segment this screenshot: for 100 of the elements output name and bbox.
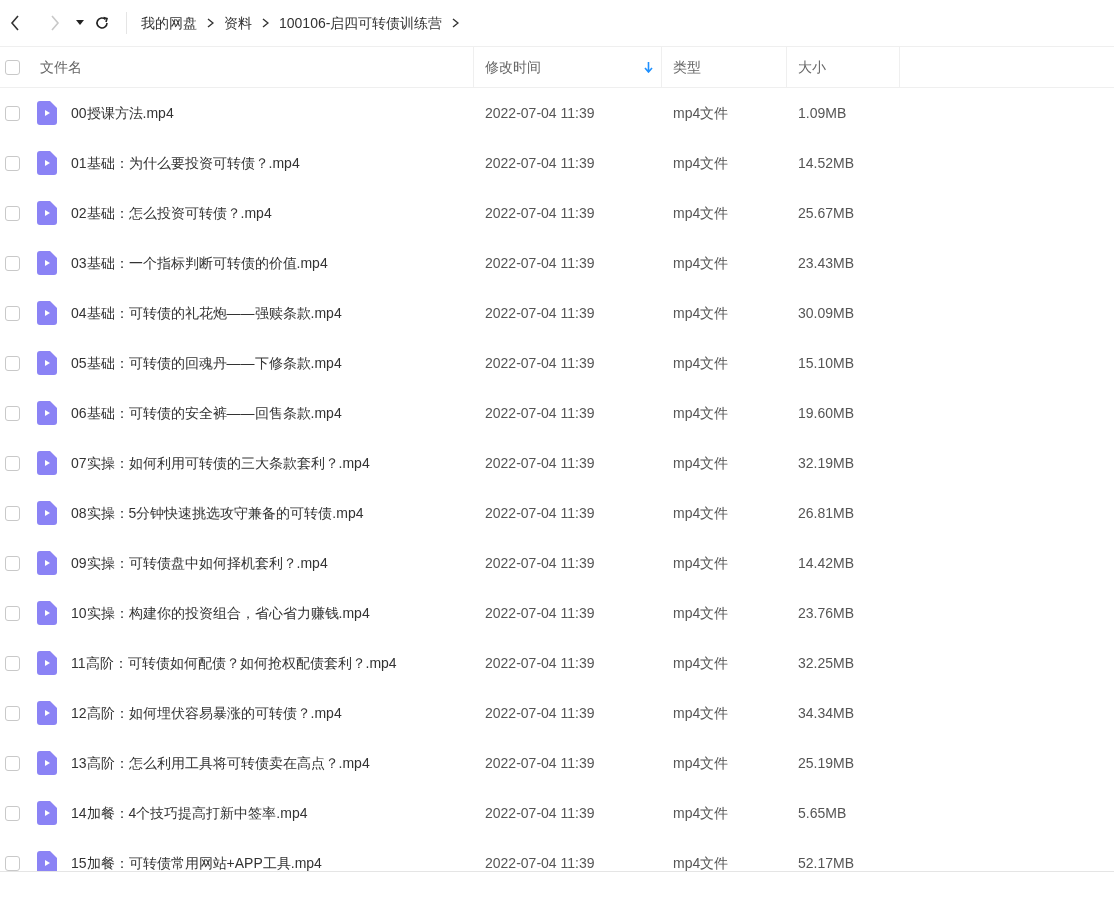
checkbox[interactable] (5, 155, 20, 171)
modified-time: 2022-07-04 11:39 (484, 203, 596, 223)
file-row[interactable]: 10实操：构建你的投资组合，省心省力赚钱.mp4 2022-07-04 11:39 mp4文件 23.76MB (0, 588, 1114, 638)
modified-time: 2022-07-04 11:39 (484, 353, 596, 373)
file-type: mp4文件 (672, 653, 730, 673)
file-name: 03基础：一个指标判断可转债的价值.mp4 (71, 253, 328, 273)
modified-time: 2022-07-04 11:39 (484, 703, 596, 723)
file-size: 32.25MB (797, 653, 856, 673)
file-row[interactable]: 00授课方法.mp4 2022-07-04 11:39 mp4文件 1.09MB (0, 88, 1114, 138)
file-type: mp4文件 (672, 203, 730, 223)
file-type: mp4文件 (672, 803, 730, 823)
video-file-icon (37, 601, 57, 625)
modified-time: 2022-07-04 11:39 (484, 803, 596, 823)
file-row[interactable]: 11高阶：可转债如何配债？如何抢权配债套利？.mp4 2022-07-04 11:39 mp4文件 32.25MB (0, 638, 1114, 688)
modified-time: 2022-07-04 11:39 (484, 153, 596, 173)
checkbox[interactable] (5, 505, 20, 521)
modified-time: 2022-07-04 11:39 (484, 253, 596, 273)
checkbox[interactable] (5, 555, 20, 571)
file-size: 25.19MB (797, 753, 856, 773)
file-type: mp4文件 (672, 453, 730, 473)
breadcrumb-link[interactable]: 我的网盘 (141, 12, 197, 34)
file-type: mp4文件 (672, 353, 730, 373)
sort-down-icon (644, 61, 653, 73)
video-file-icon (37, 801, 57, 825)
file-row[interactable]: 05基础：可转债的回魂丹——下修条款.mp4 2022-07-04 11:39 mp4文件 15.10MB (0, 338, 1114, 388)
chevron-right-icon (452, 18, 460, 28)
file-row[interactable]: 02基础：怎么投资可转债？.mp4 2022-07-04 11:39 mp4文件 25.67MB (0, 188, 1114, 238)
modified-time: 2022-07-04 11:39 (484, 403, 596, 423)
chevron-right-icon (207, 18, 214, 28)
file-row[interactable]: 13高阶：怎么利用工具将可转债卖在高点？.mp4 2022-07-04 11:39 mp4文件 25.19MB (0, 738, 1114, 788)
file-size: 1.09MB (797, 103, 848, 123)
chevron-left-icon[interactable] (10, 15, 20, 31)
file-size: 52.17MB (797, 853, 856, 871)
file-size: 14.52MB (797, 153, 856, 173)
checkbox[interactable] (5, 105, 20, 121)
file-name: 15加餐：可转债常用网站+APP工具.mp4 (71, 853, 322, 871)
column-header[interactable]: 修改时间 (474, 47, 662, 87)
file-size: 14.42MB (797, 553, 856, 573)
file-row[interactable]: 15加餐：可转债常用网站+APP工具.mp4 2022-07-04 11:39 mp4文件 52.17MB (0, 838, 1114, 871)
file-name: 10实操：构建你的投资组合，省心省力赚钱.mp4 (71, 603, 370, 623)
checkbox[interactable] (5, 655, 20, 671)
checkbox[interactable] (5, 705, 20, 721)
refresh-icon[interactable] (94, 15, 110, 31)
checkbox[interactable] (5, 405, 20, 421)
breadcrumb-link[interactable]: 资料 (224, 12, 252, 34)
file-size: 34.34MB (797, 703, 856, 723)
checkbox[interactable] (5, 355, 20, 371)
file-row[interactable]: 09实操：可转债盘中如何择机套利？.mp4 2022-07-04 11:39 mp4文件 14.42MB (0, 538, 1114, 588)
modified-time: 2022-07-04 11:39 (484, 303, 596, 323)
dropdown-caret-icon[interactable] (76, 20, 84, 26)
file-type: mp4文件 (672, 153, 730, 173)
checkbox[interactable] (5, 805, 20, 821)
column-header[interactable]: 文件名 (0, 47, 474, 87)
chevron-right-icon (262, 18, 269, 28)
file-row[interactable]: 04基础：可转债的礼花炮——强赎条款.mp4 2022-07-04 11:39 mp4文件 30.09MB (0, 288, 1114, 338)
file-type: mp4文件 (672, 253, 730, 273)
file-name: 07实操：如何利用可转债的三大条款套利？.mp4 (71, 453, 370, 473)
checkbox[interactable] (5, 255, 20, 271)
file-size: 26.81MB (797, 503, 856, 523)
video-file-icon (37, 651, 57, 675)
file-type: mp4文件 (672, 403, 730, 423)
checkbox[interactable] (5, 205, 20, 221)
file-row[interactable]: 06基础：可转债的安全裤——回售条款.mp4 2022-07-04 11:39 mp4文件 19.60MB (0, 388, 1114, 438)
file-name: 05基础：可转债的回魂丹——下修条款.mp4 (71, 353, 342, 373)
file-name: 14加餐：4个技巧提高打新中签率.mp4 (71, 803, 308, 823)
modified-time: 2022-07-04 11:39 (484, 553, 596, 573)
file-row[interactable]: 14加餐：4个技巧提高打新中签率.mp4 2022-07-04 11:39 mp4文件 5.65MB (0, 788, 1114, 838)
column-header[interactable]: 大小 (787, 47, 900, 87)
file-row[interactable]: 12高阶：如何埋伏容易暴涨的可转债？.mp4 2022-07-04 11:39 mp4文件 34.34MB (0, 688, 1114, 738)
file-row[interactable]: 01基础：为什么要投资可转债？.mp4 2022-07-04 11:39 mp4文件 14.52MB (0, 138, 1114, 188)
modified-time: 2022-07-04 11:39 (484, 503, 596, 523)
file-name: 12高阶：如何埋伏容易暴涨的可转债？.mp4 (71, 703, 342, 723)
video-file-icon (37, 101, 57, 125)
video-file-icon (37, 701, 57, 725)
checkbox[interactable] (5, 755, 20, 771)
file-row[interactable]: 08实操：5分钟快速挑选攻守兼备的可转债.mp4 2022-07-04 11:39 mp4文件 26.81MB (0, 488, 1114, 538)
file-size: 23.43MB (797, 253, 856, 273)
modified-time: 2022-07-04 11:39 (484, 753, 596, 773)
video-file-icon (37, 401, 57, 425)
checkbox[interactable] (5, 855, 20, 871)
breadcrumb-link[interactable]: 100106-启四可转债训练营 (279, 12, 443, 34)
column-header[interactable]: 类型 (662, 47, 787, 87)
file-row[interactable]: 03基础：一个指标判断可转债的价值.mp4 2022-07-04 11:39 mp4文件 23.43MB (0, 238, 1114, 288)
file-row[interactable]: 07实操：如何利用可转债的三大条款套利？.mp4 2022-07-04 11:39 mp4文件 32.19MB (0, 438, 1114, 488)
checkbox[interactable] (5, 59, 20, 75)
file-type: mp4文件 (672, 603, 730, 623)
video-file-icon (37, 501, 57, 525)
modified-time: 2022-07-04 11:39 (484, 853, 596, 871)
file-name: 08实操：5分钟快速挑选攻守兼备的可转债.mp4 (71, 503, 364, 523)
video-file-icon (37, 551, 57, 575)
file-size: 32.19MB (797, 453, 856, 473)
checkbox[interactable] (5, 455, 20, 471)
checkbox[interactable] (5, 305, 20, 321)
file-name: 00授课方法.mp4 (71, 103, 174, 123)
file-name: 04基础：可转债的礼花炮——强赎条款.mp4 (71, 303, 342, 323)
video-file-icon (37, 751, 57, 775)
file-type: mp4文件 (672, 553, 730, 573)
file-type: mp4文件 (672, 853, 730, 871)
checkbox[interactable] (5, 605, 20, 621)
file-name: 13高阶：怎么利用工具将可转债卖在高点？.mp4 (71, 753, 370, 773)
